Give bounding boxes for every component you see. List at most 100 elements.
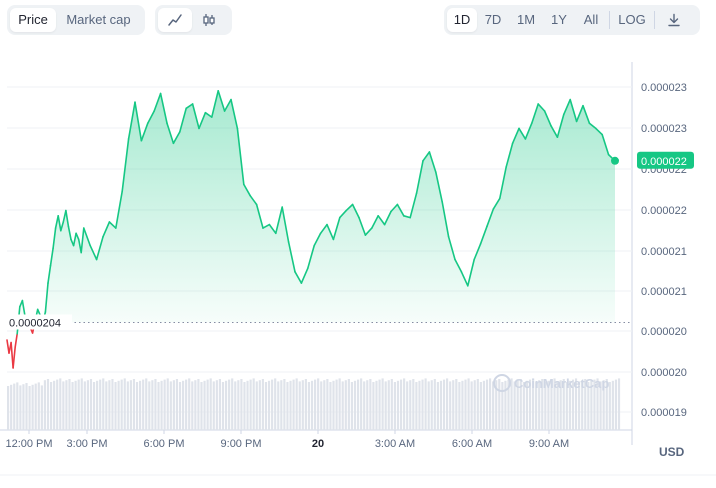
- volume-bar: [363, 381, 366, 430]
- volume-bar: [154, 379, 157, 430]
- volume-bar: [310, 380, 314, 430]
- volume-bar: [160, 380, 163, 430]
- volume-bar: [280, 380, 283, 430]
- volume-bar: [102, 378, 105, 430]
- volume-bar: [111, 379, 114, 430]
- x-tick-label: 20: [312, 438, 324, 450]
- volume-bar: [449, 381, 452, 430]
- volume-bar: [344, 380, 347, 430]
- volume-bar: [148, 381, 151, 430]
- volume-bar: [135, 382, 139, 430]
- volume-bar: [231, 378, 234, 430]
- volume-bar: [209, 378, 212, 430]
- volume-bar: [25, 383, 28, 430]
- volume-bar: [59, 378, 62, 430]
- volume-bar: [332, 380, 335, 430]
- volume-bar: [163, 379, 166, 430]
- volume-bar: [611, 380, 614, 430]
- volume-bar: [479, 382, 482, 430]
- volume-bar: [347, 379, 350, 430]
- price-line-segment: [14, 332, 19, 348]
- y-tick-label: 0.000023: [641, 82, 687, 94]
- volume-bar: [114, 382, 117, 430]
- volume-bar: [62, 381, 65, 430]
- volume-bar: [446, 378, 449, 430]
- volume-bar: [126, 381, 129, 430]
- y-tick-label: 0.000020: [641, 367, 687, 379]
- volume-bar: [412, 379, 415, 430]
- volume-bar: [323, 380, 326, 430]
- volume-bar: [228, 379, 231, 430]
- volume-bar: [375, 380, 378, 430]
- volume-bar: [409, 380, 412, 430]
- volume-bar: [341, 381, 344, 430]
- volume-bar: [335, 379, 338, 430]
- volume-bar: [178, 382, 182, 430]
- current-price-dot: [611, 156, 619, 165]
- volume-bar: [175, 379, 179, 430]
- volume-bar: [369, 379, 372, 430]
- volume-bar: [393, 382, 396, 430]
- volume-bar: [105, 381, 108, 430]
- volume-bar: [439, 380, 443, 430]
- x-tick-label: 9:00 AM: [529, 438, 569, 450]
- volume-bar: [307, 382, 311, 430]
- volume-bar: [492, 381, 495, 430]
- volume-bar: [145, 378, 148, 430]
- volume-bar: [314, 379, 317, 430]
- volume-bar: [92, 382, 96, 430]
- volume-bar: [360, 378, 363, 430]
- volume-bar: [206, 379, 209, 430]
- volume-bar: [289, 380, 292, 430]
- volume-bar: [43, 380, 47, 430]
- volume-bar: [53, 380, 56, 430]
- volume-bar: [224, 380, 228, 430]
- volume-bar: [350, 382, 354, 430]
- volume-bar: [485, 379, 489, 430]
- volume-bar: [399, 379, 403, 430]
- volume-bar: [10, 384, 13, 430]
- volume-bar: [22, 384, 25, 430]
- volume-bar: [240, 379, 243, 430]
- volume-bar: [40, 385, 43, 430]
- volume-bar: [406, 381, 409, 430]
- volume-bar: [65, 380, 68, 430]
- volume-bar: [504, 380, 507, 430]
- volume-bar: [396, 380, 400, 430]
- volume-bar: [452, 380, 455, 430]
- volume-bar: [7, 386, 10, 430]
- volume-bar: [295, 378, 298, 430]
- volume-bar: [317, 378, 320, 430]
- volume-bar: [418, 380, 421, 430]
- volume-bar: [89, 379, 93, 430]
- volume-bar: [71, 382, 74, 430]
- volume-bar: [234, 381, 237, 430]
- volume-bar: [80, 378, 83, 430]
- volume-bar: [169, 381, 172, 430]
- volume-bar: [252, 378, 255, 430]
- volume-bar: [16, 382, 19, 430]
- y-tick-label: 0.000021: [641, 286, 687, 298]
- volume-bar: [246, 380, 249, 430]
- volume-bar: [255, 381, 258, 430]
- volume-bar: [356, 379, 360, 430]
- volume-bar: [258, 380, 261, 430]
- volume-bar: [203, 380, 206, 430]
- volume-bar: [271, 379, 274, 430]
- open-price-label: 0.0000204: [6, 314, 72, 330]
- volume-bar: [151, 380, 154, 430]
- volume-bar: [191, 381, 194, 430]
- volume-bar: [13, 383, 16, 430]
- volume-bar: [181, 380, 185, 430]
- volume-bar: [96, 380, 99, 430]
- volume-bar: [482, 380, 486, 430]
- volume-bar: [455, 379, 458, 430]
- volume-bar: [108, 380, 111, 430]
- volume-bar: [243, 382, 246, 430]
- volume-bar: [274, 378, 277, 430]
- volume-bar: [267, 380, 271, 430]
- volume-bar: [139, 380, 142, 430]
- volume-bar: [28, 386, 31, 430]
- volume-bar: [49, 382, 53, 430]
- volume-bar: [132, 379, 136, 430]
